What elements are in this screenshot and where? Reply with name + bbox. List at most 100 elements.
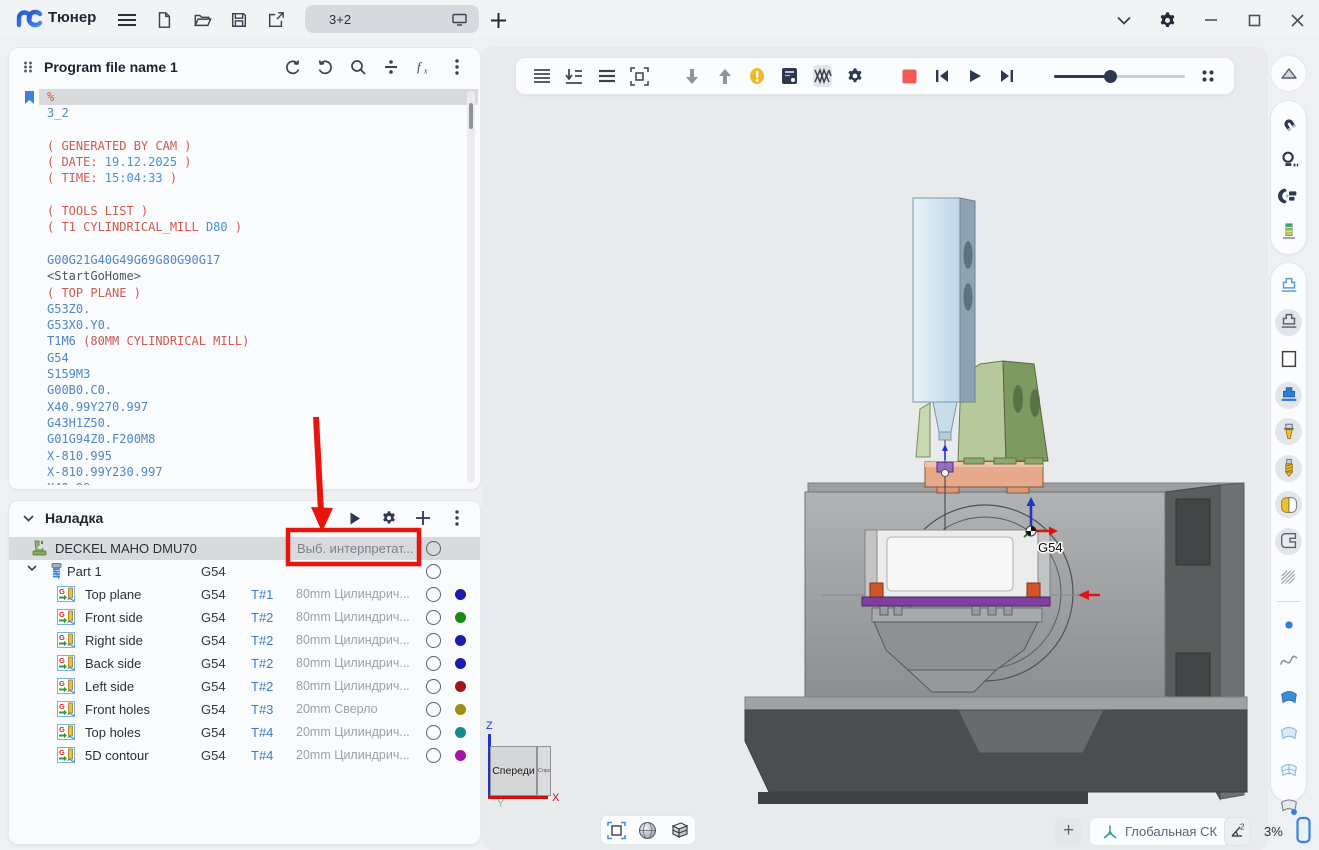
export-icon[interactable] (264, 8, 288, 32)
code-line[interactable] (39, 236, 478, 252)
curve-icon[interactable] (1275, 648, 1302, 675)
skip-start-icon[interactable] (932, 65, 952, 87)
code-line[interactable]: G53Z0. (39, 301, 478, 317)
code-line[interactable]: <StartGoHome> (39, 268, 478, 284)
gear-icon[interactable] (378, 507, 400, 529)
machine-radio[interactable] (426, 541, 441, 556)
holder-filled-icon[interactable] (1275, 382, 1302, 409)
iso-box-icon[interactable] (668, 819, 690, 841)
arrow-down-icon[interactable] (682, 65, 702, 87)
toolpath-icon[interactable] (813, 65, 833, 87)
operation-radio[interactable] (426, 633, 441, 648)
mesh-surface-icon[interactable] (1275, 757, 1302, 784)
global-cs-button[interactable]: Глобальная СК (1089, 817, 1230, 846)
machine-head-icon[interactable] (1275, 182, 1302, 209)
code-line[interactable]: G53X0.Y0. (39, 317, 478, 333)
speed-slider[interactable] (1054, 65, 1186, 87)
redo-icon[interactable] (314, 56, 336, 78)
machine-panel-icon[interactable] (780, 65, 800, 87)
tab-3plus2[interactable]: 3+2 (305, 5, 479, 33)
part-stock-icon[interactable] (1275, 491, 1302, 518)
surface-outline-icon[interactable] (1275, 721, 1302, 748)
code-line[interactable] (39, 187, 478, 203)
tool-cone-icon[interactable] (1275, 418, 1302, 445)
hatch-icon[interactable] (1275, 564, 1302, 591)
sidebar-collapse-button[interactable] (1270, 55, 1307, 92)
code-line[interactable]: G01G94Z0.F200M8 (39, 431, 478, 447)
play-icon[interactable] (965, 65, 985, 87)
gear-icon[interactable] (1155, 8, 1179, 32)
tree-row-machine[interactable]: DECKEL MAHO DMU70 Выб. интерпретат... (9, 537, 480, 560)
drag-handle-icon[interactable] (23, 61, 33, 73)
viewport-3d[interactable]: G54 (482, 47, 1268, 850)
code-line[interactable]: T1M6 (80MM CYLINDRICAL MILL) (39, 333, 478, 349)
code-line[interactable]: X-810.99Y230.997 (39, 464, 478, 480)
minimize-icon[interactable] (1199, 8, 1223, 32)
drill-icon[interactable] (1275, 455, 1302, 482)
menu-icon[interactable] (115, 8, 139, 32)
undo-icon[interactable] (281, 56, 303, 78)
code-line[interactable] (39, 122, 478, 138)
operation-radio[interactable] (426, 679, 441, 694)
kebab-icon[interactable] (446, 507, 468, 529)
surface-point-icon[interactable] (1275, 794, 1302, 821)
chevron-down-icon[interactable] (1112, 8, 1136, 32)
magnet-icon[interactable] (1275, 110, 1302, 137)
tree-row-operation[interactable]: G 5D contour G54 T#4 20mm Цилиндрич... (9, 744, 480, 767)
tree-row-operation[interactable]: G Back side G54 T#2 80mm Цилиндрич... (9, 652, 480, 675)
code-line[interactable]: ( TOOLS LIST ) (39, 203, 478, 219)
operation-radio[interactable] (426, 725, 441, 740)
code-line[interactable]: G00B0.C0. (39, 382, 478, 398)
slider-knob[interactable] (1104, 70, 1117, 83)
code-line[interactable]: ( TIME: 15:04:33 ) (39, 170, 478, 186)
code-line[interactable]: G00G21G40G49G69G80G90G17 (39, 252, 478, 268)
view-cube[interactable]: Z Спереди Справа X Y (484, 718, 576, 812)
view-cube-front-face[interactable]: Спереди (490, 746, 537, 796)
probe-icon[interactable] (1275, 146, 1302, 173)
grid-dots-icon[interactable] (1198, 65, 1218, 87)
code-line[interactable]: ( TOP PLANE ) (39, 285, 478, 301)
code-line[interactable]: X40.99Y270.997 (39, 399, 478, 415)
code-line[interactable]: ( GENERATED BY CAM ) (39, 138, 478, 154)
tree-row-operation[interactable]: G Right side G54 T#2 80mm Цилиндрич... (9, 629, 480, 652)
operation-radio[interactable] (426, 610, 441, 625)
surface-icon[interactable] (1275, 684, 1302, 711)
code-line[interactable]: X40.99 (39, 480, 478, 485)
part-radio[interactable] (426, 564, 441, 579)
operation-radio[interactable] (426, 587, 441, 602)
gcode-editor[interactable]: %3_2 ( GENERATED BY CAM )( DATE: 19.12.20… (11, 89, 478, 485)
code-line[interactable]: 3_2 (39, 105, 478, 121)
divide-icon[interactable] (380, 56, 402, 78)
stock-box-icon[interactable] (1275, 345, 1302, 372)
gear-icon[interactable] (845, 65, 865, 87)
operation-radio[interactable] (426, 656, 441, 671)
skip-end-icon[interactable] (998, 65, 1018, 87)
frame-select-icon[interactable] (630, 65, 650, 87)
holder-outline-icon[interactable] (1275, 272, 1302, 299)
code-line[interactable]: % (39, 89, 478, 105)
tree-row-operation[interactable]: G Front side G54 T#2 80mm Цилиндрич... (9, 606, 480, 629)
tree-row-operation[interactable]: G Top plane G54 T#1 80mm Цилиндрич... (9, 583, 480, 606)
add-tab-icon[interactable] (486, 8, 510, 32)
view-cube-side-face[interactable]: Справа (537, 746, 551, 796)
editor-scrollbar-track[interactable] (467, 91, 475, 483)
lines-icon[interactable] (532, 65, 552, 87)
operation-radio[interactable] (426, 702, 441, 717)
point-icon[interactable] (1275, 611, 1302, 638)
save-icon[interactable] (227, 8, 251, 32)
add-wcs-button[interactable]: + (1055, 818, 1082, 845)
warning-icon[interactable] (748, 65, 768, 87)
arrow-up-icon[interactable] (715, 65, 735, 87)
tool-assembly-icon[interactable] (1275, 218, 1302, 245)
tree-row-operation[interactable]: G Front holes G54 T#3 20mm Сверло (9, 698, 480, 721)
code-line[interactable]: ( T1 CYLINDRICAL_MILL D80 ) (39, 219, 478, 235)
kebab-icon[interactable] (446, 56, 468, 78)
list-icon[interactable] (597, 65, 617, 87)
formula-icon[interactable]: fx (413, 56, 435, 78)
bookmark-icon[interactable] (24, 91, 35, 104)
code-line[interactable]: ( DATE: 19.12.2025 ) (39, 154, 478, 170)
angle-view-button[interactable]: 2 (1224, 817, 1251, 846)
tree-row-operation[interactable]: G Left side G54 T#2 80mm Цилиндрич... (9, 675, 480, 698)
expand-chevron-icon[interactable] (27, 565, 37, 572)
fit-view-icon[interactable] (606, 819, 628, 841)
